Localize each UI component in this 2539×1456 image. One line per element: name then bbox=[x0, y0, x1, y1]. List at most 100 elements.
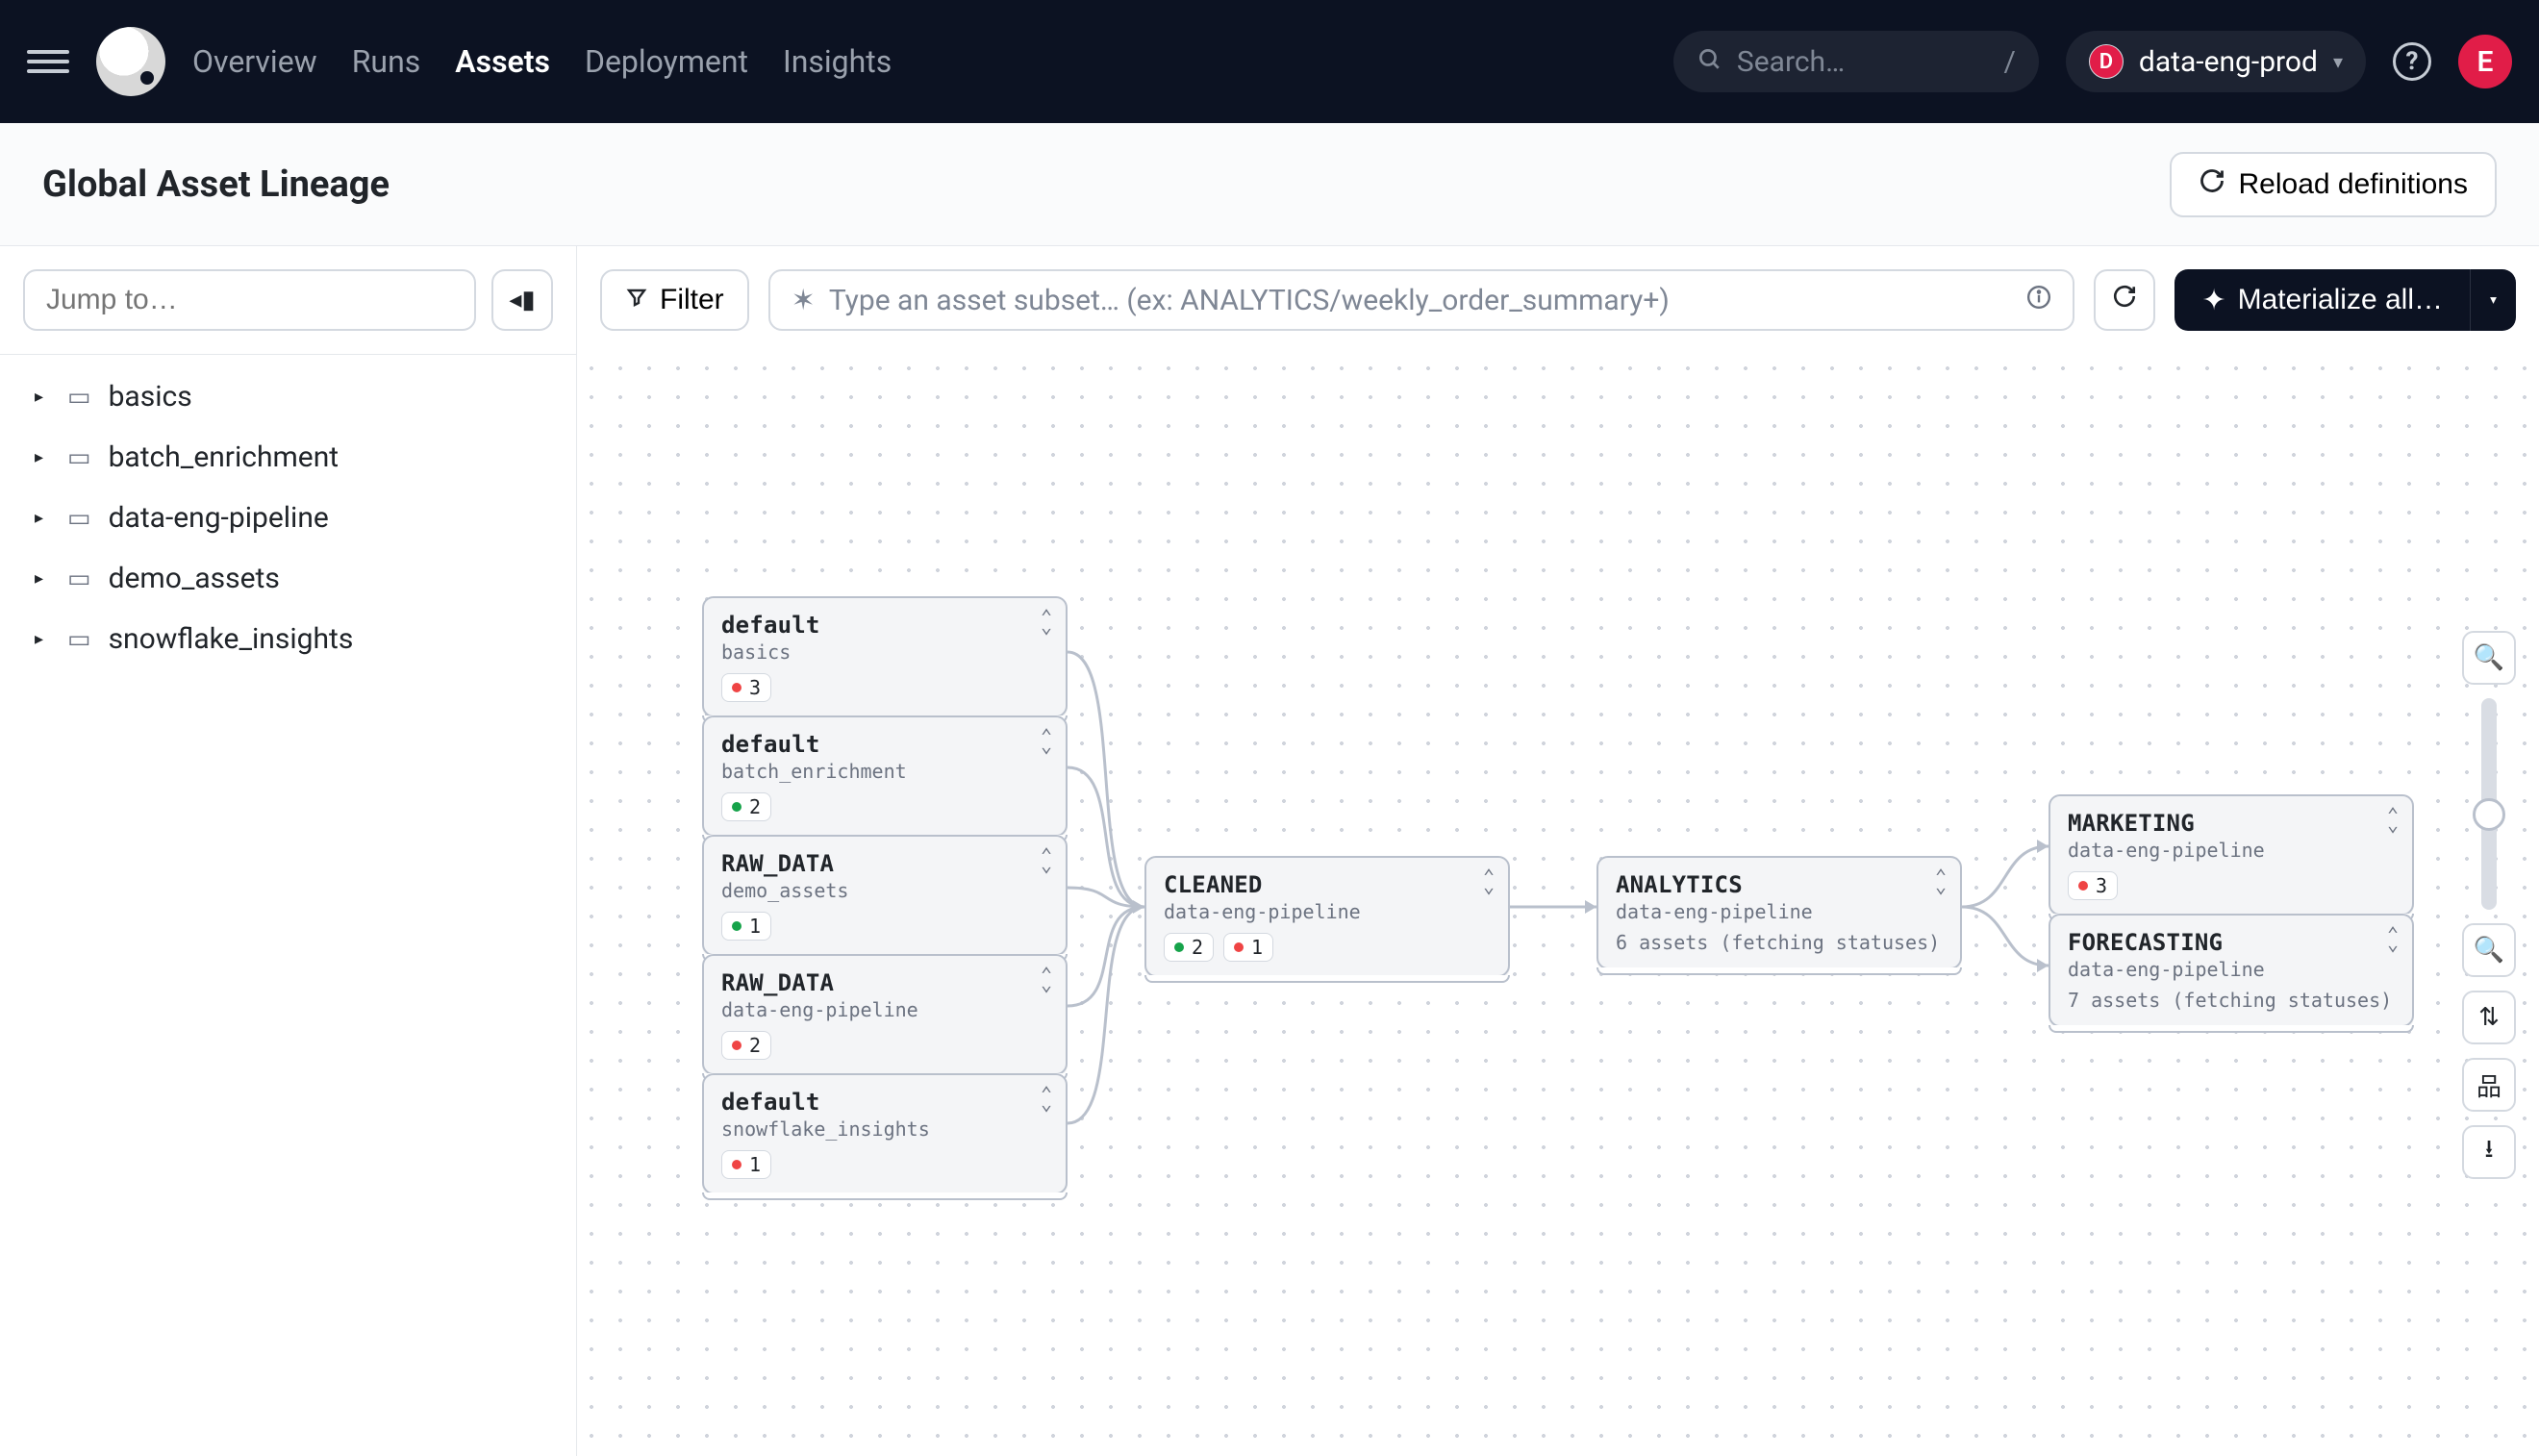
asset-group-node[interactable]: ⌃⌄ RAW_DATA demo_assets 1 bbox=[702, 835, 1068, 956]
asset-group-node[interactable]: ⌃⌄ ANALYTICS data-eng-pipeline 6 assets … bbox=[1596, 856, 1962, 969]
materialize-label: Materialize all… bbox=[2238, 284, 2443, 316]
materialize-all-button[interactable]: ✦ Materialize all… bbox=[2174, 269, 2470, 331]
tree-item[interactable]: ▸▭data-eng-pipeline bbox=[0, 488, 576, 548]
node-title: CLEANED bbox=[1164, 871, 1491, 898]
nav-overview[interactable]: Overview bbox=[192, 43, 317, 80]
asset-subset-input[interactable]: ✶ Type an asset subset… (ex: ANALYTICS/w… bbox=[768, 269, 2075, 331]
sparkle-icon: ✦ bbox=[2201, 284, 2225, 317]
node-subtitle: data-eng-pipeline bbox=[2068, 958, 2395, 981]
asset-tree-sidebar: ◂▮ ▸▭basics ▸ ▭ batch_enrichment ▸▭data-en… bbox=[0, 246, 577, 1456]
layout-button[interactable]: 品 bbox=[2462, 1058, 2516, 1112]
asset-group-node[interactable]: ⌃⌄ RAW_DATA data-eng-pipeline 2 bbox=[702, 954, 1068, 1075]
fit-view-button[interactable]: ⇅ bbox=[2462, 991, 2516, 1044]
download-svg-button[interactable]: ⭳ bbox=[2462, 1125, 2516, 1179]
topbar: Overview Runs Assets Deployment Insights… bbox=[0, 0, 2539, 123]
caret-right-icon: ▸ bbox=[35, 387, 50, 407]
expand-icon[interactable]: ⌃⌄ bbox=[1935, 871, 1947, 891]
filter-icon bbox=[625, 284, 648, 316]
status-badge: 1 bbox=[1223, 933, 1273, 962]
canvas-toolbar: Filter ✶ Type an asset subset… (ex: ANAL… bbox=[577, 246, 2539, 354]
zoom-slider[interactable] bbox=[2481, 698, 2497, 910]
expand-icon[interactable]: ⌃⌄ bbox=[1041, 850, 1052, 869]
lineage-canvas[interactable]: ⌃⌄ default basics 3 ⌃⌄ default batch_enr… bbox=[577, 354, 2539, 1456]
status-badge: 3 bbox=[2068, 871, 2118, 900]
lineage-canvas-pane: Filter ✶ Type an asset subset… (ex: ANAL… bbox=[577, 246, 2539, 1456]
collapse-sidebar-button[interactable]: ◂▮ bbox=[491, 269, 553, 331]
status-dot-ok-icon bbox=[1174, 942, 1184, 952]
status-badge: 2 bbox=[1164, 933, 1214, 962]
download-icon: ⭳ bbox=[2484, 1131, 2493, 1173]
help-icon[interactable]: ? bbox=[2393, 42, 2431, 81]
expand-icon[interactable]: ⌃⌄ bbox=[2387, 929, 2399, 948]
expand-icon[interactable]: ⌃⌄ bbox=[1483, 871, 1495, 891]
node-subtitle: basics bbox=[721, 640, 1048, 664]
tree-item-label: batch_enrichment bbox=[109, 440, 339, 474]
chevron-down-icon: ▾ bbox=[2333, 50, 2343, 73]
reload-definitions-button[interactable]: Reload definitions bbox=[2170, 152, 2498, 217]
nav-runs[interactable]: Runs bbox=[352, 43, 421, 80]
zoom-in-button[interactable]: 🔍 bbox=[2462, 631, 2516, 685]
node-title: FORECASTING bbox=[2068, 929, 2395, 956]
refresh-icon bbox=[2112, 284, 2137, 316]
node-subtitle: demo_assets bbox=[721, 879, 1048, 902]
asset-group-node[interactable]: ⌃⌄ default batch_enrichment 2 bbox=[702, 715, 1068, 837]
jump-to-input[interactable] bbox=[23, 269, 476, 331]
zoom-thumb[interactable] bbox=[2473, 798, 2505, 831]
global-search[interactable]: Search… / bbox=[1673, 31, 2039, 92]
node-subtitle: data-eng-pipeline bbox=[1164, 900, 1491, 923]
status-dot-ok-icon bbox=[732, 802, 742, 812]
asset-group-node[interactable]: ⌃⌄ MARKETING data-eng-pipeline 3 bbox=[2049, 794, 2414, 916]
zoom-out-icon: 🔍 bbox=[2474, 936, 2504, 965]
zoom-in-icon: 🔍 bbox=[2474, 643, 2504, 672]
org-switcher[interactable]: D data-eng-prod ▾ bbox=[2066, 31, 2366, 92]
node-title: MARKETING bbox=[2068, 810, 2395, 837]
tree-item[interactable]: ▸▭basics bbox=[0, 366, 576, 427]
materialize-dropdown-button[interactable]: ▾ bbox=[2470, 269, 2516, 331]
org-name: data-eng-prod bbox=[2139, 45, 2318, 79]
asset-group-node[interactable]: ⌃⌄ default snowflake_insights 1 bbox=[702, 1073, 1068, 1194]
status-badge: 2 bbox=[721, 1031, 771, 1060]
search-placeholder: Search… bbox=[1737, 45, 1845, 79]
app-logo[interactable] bbox=[96, 27, 165, 96]
tree-item[interactable]: ▸▭batch_enrichment bbox=[0, 427, 576, 488]
tree-item-label: basics bbox=[109, 380, 192, 414]
tree-item[interactable]: ▸▭demo_assets bbox=[0, 548, 576, 609]
primary-nav: Overview Runs Assets Deployment Insights bbox=[192, 43, 892, 80]
expand-icon[interactable]: ⌃⌄ bbox=[2387, 810, 2399, 829]
asset-group-node[interactable]: ⌃⌄ CLEANED data-eng-pipeline 2 1 bbox=[1144, 856, 1510, 977]
info-icon[interactable] bbox=[2026, 284, 2051, 317]
tree-item-label: snowflake_insights bbox=[109, 622, 354, 656]
folder-icon: ▭ bbox=[67, 565, 91, 593]
status-badge: 2 bbox=[721, 792, 771, 821]
expand-icon[interactable]: ⌃⌄ bbox=[1041, 1089, 1052, 1108]
node-subtitle: data-eng-pipeline bbox=[2068, 839, 2395, 862]
nav-deployment[interactable]: Deployment bbox=[585, 43, 748, 80]
expand-icon[interactable]: ⌃⌄ bbox=[1041, 969, 1052, 989]
asset-group-node[interactable]: ⌃⌄ FORECASTING data-eng-pipeline 7 asset… bbox=[2049, 914, 2414, 1027]
asset-tree: ▸▭basics ▸ ▭ batch_enrichment ▸▭data-eng-p… bbox=[0, 355, 576, 681]
folder-icon: ▭ bbox=[67, 625, 91, 654]
org-initial: D bbox=[2089, 44, 2124, 79]
expand-icon[interactable]: ⌃⌄ bbox=[1041, 731, 1052, 750]
search-shortcut: / bbox=[2004, 45, 2016, 79]
subset-placeholder: Type an asset subset… (ex: ANALYTICS/wee… bbox=[829, 284, 1670, 317]
status-dot-error-icon bbox=[2078, 881, 2088, 891]
status-dot-error-icon bbox=[732, 683, 742, 692]
nav-insights[interactable]: Insights bbox=[783, 43, 892, 80]
refresh-canvas-button[interactable] bbox=[2094, 269, 2155, 331]
node-title: ANALYTICS bbox=[1616, 871, 1943, 898]
status-dot-error-icon bbox=[1234, 942, 1244, 952]
menu-icon[interactable] bbox=[27, 40, 69, 83]
node-subtitle: data-eng-pipeline bbox=[721, 998, 1048, 1021]
wand-icon: ✶ bbox=[792, 284, 816, 317]
status-badge: 3 bbox=[721, 673, 771, 702]
zoom-out-button[interactable]: 🔍 bbox=[2462, 923, 2516, 977]
user-avatar[interactable]: E bbox=[2458, 35, 2512, 88]
tree-item[interactable]: ▸▭snowflake_insights bbox=[0, 609, 576, 669]
nav-assets[interactable]: Assets bbox=[455, 43, 550, 80]
node-title: RAW_DATA bbox=[721, 850, 1048, 877]
asset-group-node[interactable]: ⌃⌄ default basics 3 bbox=[702, 596, 1068, 717]
filter-button[interactable]: Filter bbox=[600, 269, 749, 331]
folder-icon: ▭ bbox=[67, 443, 91, 472]
expand-icon[interactable]: ⌃⌄ bbox=[1041, 612, 1052, 631]
